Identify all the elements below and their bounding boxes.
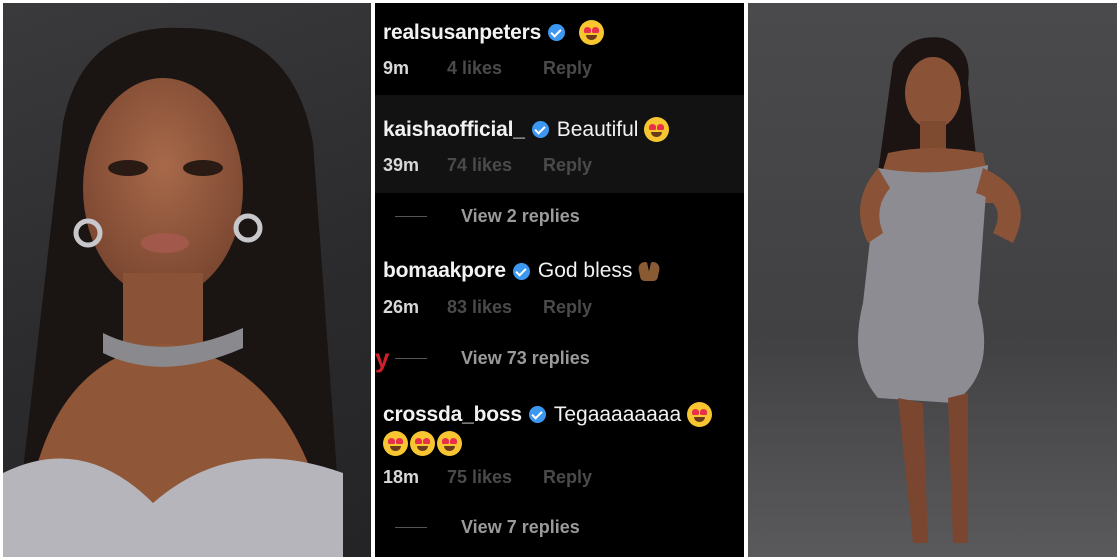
view-replies-label: View 73 replies — [461, 348, 590, 368]
portrait-illustration — [3, 27, 343, 557]
comment-text: Beautiful — [556, 117, 639, 141]
reply-button[interactable]: Reply — [543, 155, 592, 176]
right-fullbody-photo — [748, 3, 1117, 557]
comment-likes[interactable]: 83 likes — [447, 297, 543, 318]
divider-line — [395, 527, 427, 528]
comment-time: 26m — [383, 297, 420, 317]
reply-button[interactable]: Reply — [543, 297, 592, 318]
comment-item: kaishaofficial_ Beautiful 39m 74 likes R… — [375, 95, 744, 193]
verified-badge-icon — [512, 262, 530, 280]
comments-panel: y realsusanpeters 9m 4 likes Reply kaish… — [375, 3, 744, 557]
comment-time: 39m — [383, 155, 420, 175]
view-replies-button[interactable]: View 7 replies — [395, 517, 580, 538]
view-replies-label: View 7 replies — [461, 517, 580, 537]
comment-username[interactable]: bomaakpore — [383, 259, 506, 283]
heart-eyes-emoji-icon — [579, 20, 605, 45]
view-replies-button[interactable]: View 73 replies — [395, 348, 590, 369]
view-replies-button[interactable]: View 2 replies — [395, 206, 580, 227]
view-replies-label: View 2 replies — [461, 206, 580, 226]
verified-badge-icon — [528, 406, 546, 423]
comment-likes[interactable]: 74 likes — [447, 155, 543, 176]
comment-item: realsusanpeters 9m 4 likes Reply — [375, 3, 744, 95]
reply-button[interactable]: Reply — [543, 58, 592, 79]
left-portrait-photo — [3, 3, 371, 557]
comment-username[interactable]: crossda_boss — [383, 403, 522, 427]
fullbody-illustration — [858, 37, 1021, 543]
comment-time: 18m — [383, 467, 420, 487]
emoji-row — [381, 431, 462, 456]
comment-username[interactable]: realsusanpeters — [383, 21, 541, 45]
comment-item: crossda_boss Tegaaaaaaaa 18m 75 likes Re… — [375, 385, 744, 505]
comment-username[interactable]: kaishaofficial_ — [383, 118, 525, 142]
heart-eyes-emoji-icon — [644, 117, 670, 142]
comment-text: God bless — [537, 259, 633, 282]
comment-likes[interactable]: 75 likes — [447, 467, 543, 488]
heart-eyes-emoji-icon — [410, 431, 435, 456]
verified-badge-icon — [548, 24, 566, 41]
divider-line — [395, 216, 427, 217]
verified-badge-icon — [531, 121, 549, 138]
comment-text: Tegaaaaaaaa — [553, 402, 682, 426]
folded-hands-emoji-icon — [638, 261, 660, 281]
reply-button[interactable]: Reply — [543, 467, 592, 488]
comment-time: 9m — [383, 58, 410, 78]
heart-eyes-emoji-icon — [437, 431, 462, 456]
heart-eyes-emoji-icon — [687, 402, 713, 427]
comment-likes[interactable]: 4 likes — [447, 58, 543, 79]
divider-line — [395, 358, 427, 359]
red-accent-mark: y — [375, 343, 390, 373]
heart-eyes-emoji-icon — [383, 431, 408, 456]
comment-item: bomaakpore God bless 26m 83 likes Reply — [375, 243, 744, 333]
